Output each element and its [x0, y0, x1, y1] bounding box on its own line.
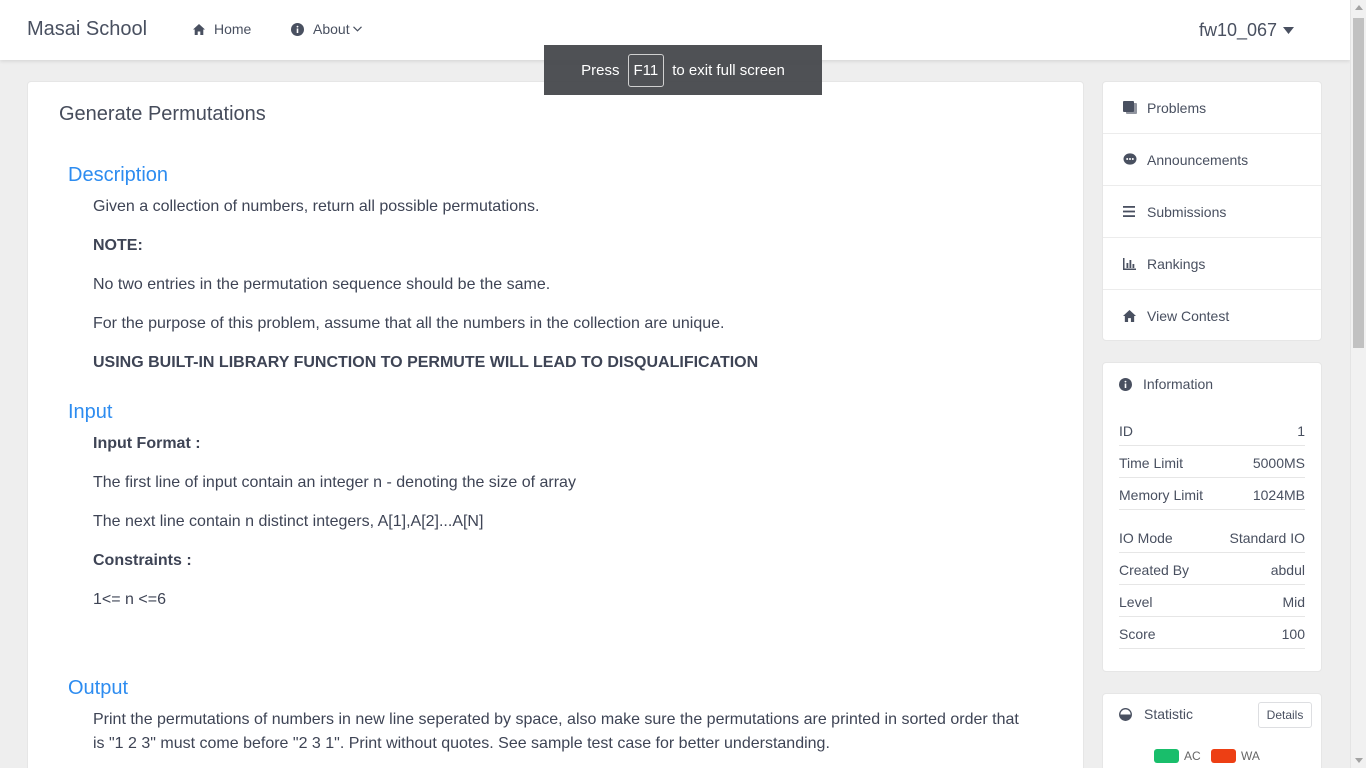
info-value: 5000MS [1252, 454, 1305, 471]
list-icon [1123, 206, 1147, 217]
statistic-heading-label: Statistic [1144, 706, 1194, 722]
menu-rankings[interactable]: Rankings [1103, 238, 1321, 290]
legend-wa-swatch [1211, 749, 1236, 763]
input-text: The next line contain n distinct integer… [93, 513, 484, 530]
constraints-label: Constraints : [93, 552, 192, 569]
info-value: 1024MB [1252, 486, 1305, 503]
toast-prefix: Press [581, 61, 620, 79]
brand-logo[interactable]: Masai School [27, 18, 147, 41]
info-label: IO Mode [1119, 529, 1173, 546]
output-heading: Output [68, 677, 129, 699]
input-format-label: Input Format : [93, 435, 201, 452]
menu-submissions[interactable]: Submissions [1103, 186, 1321, 238]
input-heading: Input [68, 401, 113, 423]
chat-icon [1123, 153, 1147, 166]
info-label: Created By [1119, 561, 1190, 578]
scroll-down-arrow-icon[interactable] [1355, 758, 1363, 763]
page-scrollbar[interactable] [1350, 0, 1366, 768]
description-text: For the purpose of this problem, assume … [93, 315, 725, 332]
info-icon [1119, 377, 1132, 391]
info-row-id: ID 1 [1119, 416, 1305, 446]
menu-announcements-label: Announcements [1147, 151, 1249, 168]
info-label: ID [1119, 422, 1133, 439]
info-row-score: Score 100 [1119, 619, 1305, 649]
legend-ac-label: AC [1184, 749, 1201, 763]
output-text: Print the permutations of numbers in new… [93, 711, 1019, 752]
nav-about[interactable]: About [291, 21, 362, 37]
info-row-io-mode: IO Mode Standard IO [1119, 523, 1305, 553]
description-note: NOTE: [93, 237, 143, 254]
info-row-memory-limit: Memory Limit 1024MB [1119, 480, 1305, 510]
pie-chart-icon [1119, 707, 1132, 721]
menu-view-contest[interactable]: View Contest [1103, 290, 1321, 342]
legend-ac[interactable]: AC [1154, 749, 1201, 763]
toast-suffix: to exit full screen [672, 61, 785, 79]
legend-wa[interactable]: WA [1211, 749, 1260, 763]
info-row-level: Level Mid [1119, 587, 1305, 617]
scroll-up-arrow-icon[interactable] [1355, 5, 1363, 10]
username: fw10_067 [1199, 20, 1278, 40]
legend-wa-label: WA [1241, 749, 1260, 763]
information-heading: Information [1119, 376, 1213, 392]
menu-submissions-label: Submissions [1147, 203, 1227, 220]
nav-home[interactable]: Home [193, 21, 251, 37]
scrollbar-thumb[interactable] [1353, 18, 1364, 348]
constraints-text: 1<= n <=6 [93, 591, 166, 608]
user-menu[interactable]: fw10_067 [1199, 20, 1295, 41]
details-button[interactable]: Details [1258, 702, 1312, 728]
bar-chart-icon [1123, 257, 1147, 270]
problem-title: Generate Permutations [59, 103, 266, 125]
chevron-down-icon [352, 26, 362, 32]
fullscreen-toast: Press F11 to exit full screen [544, 45, 822, 95]
information-card: Information ID 1 Time Limit 5000MS Memor… [1102, 362, 1322, 672]
description-heading: Description [68, 164, 169, 186]
info-icon [291, 22, 304, 36]
menu-problems[interactable]: Problems [1103, 82, 1321, 134]
menu-view-contest-label: View Contest [1147, 308, 1230, 324]
statistic-card: Statistic Details AC WA [1102, 693, 1322, 768]
info-value: 100 [1281, 625, 1305, 642]
description-warning: USING BUILT-IN LIBRARY FUNCTION TO PERMU… [93, 354, 759, 371]
toast-key: F11 [627, 53, 665, 87]
description-text: Given a collection of numbers, return al… [93, 198, 540, 215]
info-value: Standard IO [1229, 529, 1306, 546]
info-value: abdul [1270, 561, 1305, 578]
caret-down-icon [1283, 27, 1295, 34]
statistic-heading: Statistic [1119, 706, 1193, 722]
menu-problems-label: Problems [1147, 99, 1207, 116]
legend-ac-swatch [1154, 749, 1179, 763]
contest-menu: Problems Announcements Submissions Ranki… [1102, 81, 1322, 341]
description-text: No two entries in the permutation sequen… [93, 276, 551, 293]
home-icon [1123, 310, 1147, 322]
nav-home-label: Home [214, 21, 252, 37]
info-label: Time Limit [1119, 454, 1184, 471]
menu-rankings-label: Rankings [1147, 255, 1206, 272]
information-heading-label: Information [1143, 376, 1214, 392]
info-label: Memory Limit [1119, 486, 1204, 503]
input-text: The first line of input contain an integ… [93, 474, 576, 491]
problem-panel: Generate Permutations Description Given … [27, 81, 1084, 768]
menu-announcements[interactable]: Announcements [1103, 134, 1321, 186]
info-value: Mid [1282, 593, 1305, 610]
info-row-created-by: Created By abdul [1119, 555, 1305, 585]
info-label: Level [1119, 593, 1153, 610]
info-row-time-limit: Time Limit 5000MS [1119, 448, 1305, 478]
info-value: 1 [1297, 422, 1305, 439]
home-icon [193, 23, 205, 35]
book-icon [1123, 101, 1147, 114]
nav-about-label: About [313, 21, 350, 37]
info-label: Score [1119, 625, 1156, 642]
